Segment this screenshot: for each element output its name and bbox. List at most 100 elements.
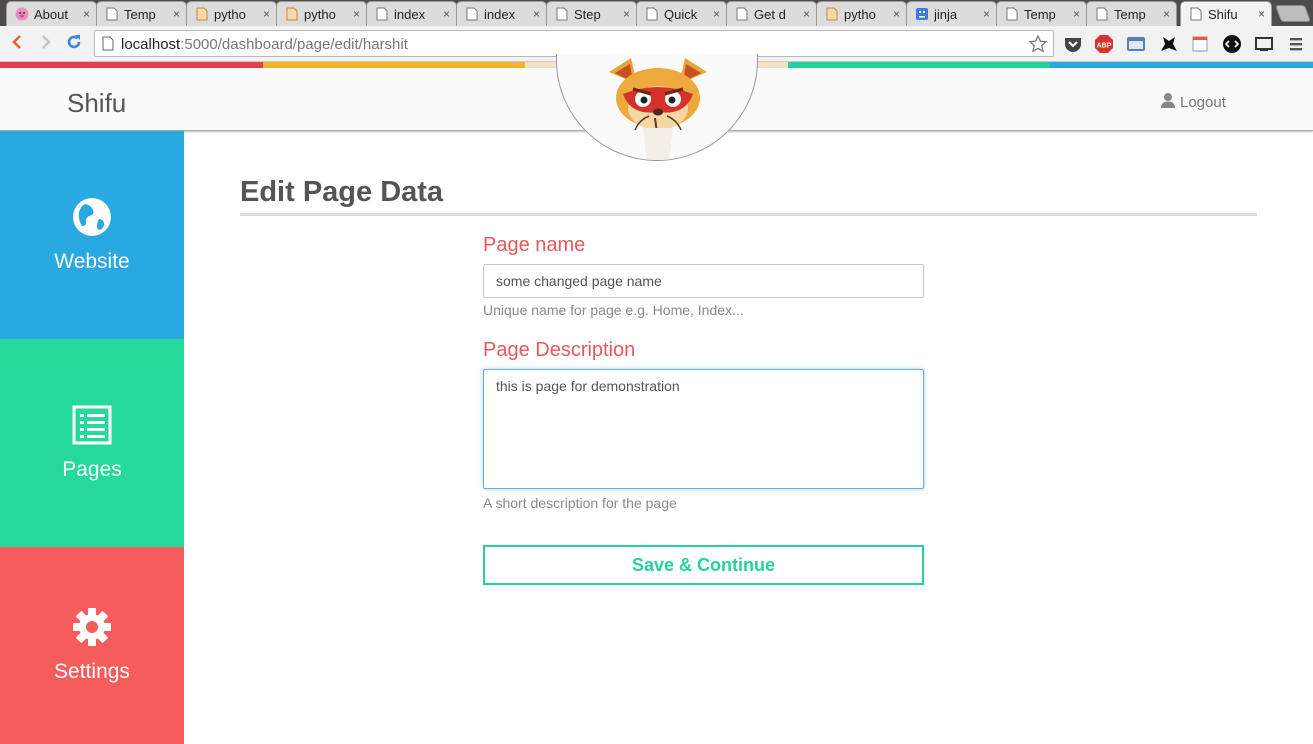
browser-tab[interactable]: About × <box>6 1 97 26</box>
browser-tab[interactable]: index × <box>456 1 547 26</box>
brand-name[interactable]: Shifu <box>67 88 126 119</box>
close-icon[interactable]: × <box>173 7 180 21</box>
menu-icon[interactable] <box>1285 33 1307 55</box>
close-icon[interactable]: × <box>443 7 450 21</box>
logout-label: Logout <box>1180 93 1226 111</box>
doc-icon <box>375 7 389 21</box>
code-extension-icon[interactable] <box>1221 33 1243 55</box>
page-description-help: A short description for the page <box>483 495 677 511</box>
browser-tab-strip: About × Temp × pytho × pytho × index × i… <box>0 0 1313 26</box>
adblock-icon[interactable]: ABP <box>1093 33 1115 55</box>
tab-title: index <box>484 6 516 22</box>
browser-tab[interactable]: Temp × <box>96 1 187 26</box>
page-description-textarea[interactable]: this is page for demonstration <box>483 369 924 489</box>
tab-title: jinja <box>934 6 958 22</box>
sidebar: Website Pages Settings <box>0 131 184 744</box>
browser-tab[interactable]: Quick × <box>636 1 727 26</box>
bookmark-star-icon[interactable] <box>1028 34 1048 59</box>
edit-page-form: Page name Unique name for page e.g. Home… <box>483 234 924 511</box>
close-icon[interactable]: × <box>983 7 990 21</box>
browser-tab[interactable]: jinja × <box>906 1 997 26</box>
back-button[interactable] <box>6 33 28 55</box>
tab-title: Step <box>574 6 601 22</box>
python-icon <box>195 7 209 21</box>
tab-title: Temp <box>1114 6 1146 22</box>
sidebar-item-website[interactable]: Website <box>0 131 184 339</box>
cast-extension-icon[interactable] <box>1253 33 1275 55</box>
close-icon[interactable]: × <box>533 7 540 21</box>
close-icon[interactable]: × <box>1163 7 1170 21</box>
user-icon <box>1160 92 1176 112</box>
pig-icon <box>15 7 29 21</box>
close-icon[interactable]: × <box>1073 7 1080 21</box>
tab-title: Temp <box>124 6 156 22</box>
new-tab-button[interactable] <box>1274 5 1312 22</box>
reload-button[interactable] <box>63 33 85 55</box>
ninja-extension-icon[interactable] <box>1158 33 1180 55</box>
page-description-label: Page Description <box>483 339 636 361</box>
svg-text:ABP: ABP <box>1097 43 1112 50</box>
page-name-help: Unique name for page e.g. Home, Index... <box>483 302 744 318</box>
browser-tab-active[interactable]: Shifu × <box>1180 1 1272 26</box>
tab-title: Shifu <box>1208 6 1238 22</box>
tab-title: pytho <box>844 6 876 22</box>
tab-title: Quick <box>664 6 698 22</box>
doc-icon <box>555 7 569 21</box>
doc-icon <box>645 7 659 21</box>
tab-title: Get d <box>754 6 786 22</box>
python-icon <box>285 7 299 21</box>
globe-icon <box>72 197 112 242</box>
sidebar-item-label: Website <box>54 249 130 273</box>
tab-title: About <box>34 6 68 22</box>
shifu-logo[interactable] <box>556 54 758 161</box>
sidebar-item-label: Settings <box>54 660 130 683</box>
close-icon[interactable]: × <box>1258 7 1265 21</box>
page-icon <box>102 36 114 56</box>
note-extension-icon[interactable] <box>1189 33 1211 55</box>
close-icon[interactable]: × <box>803 7 810 21</box>
browser-tab[interactable]: pytho × <box>186 1 277 26</box>
tab-title: pytho <box>304 6 336 22</box>
tab-title: index <box>394 6 426 22</box>
doc-icon <box>1005 7 1019 21</box>
close-icon[interactable]: × <box>263 7 270 21</box>
close-icon[interactable]: × <box>623 7 630 21</box>
close-icon[interactable]: × <box>713 7 720 21</box>
save-continue-button[interactable]: Save & Continue <box>483 545 924 585</box>
page: Shifu Logout Website Pages Settings Edit… <box>0 54 1313 744</box>
doc-icon <box>735 7 749 21</box>
browser-tab[interactable]: pytho × <box>816 1 907 26</box>
address-bar[interactable]: localhost:5000/dashboard/page/edit/harsh… <box>94 30 1054 57</box>
bot-icon <box>915 7 929 21</box>
close-icon[interactable]: × <box>83 7 90 21</box>
close-icon[interactable]: × <box>893 7 900 21</box>
page-title: Edit Page Data <box>240 176 444 208</box>
sidebar-item-pages[interactable]: Pages <box>0 339 184 547</box>
sidebar-item-settings[interactable]: Settings <box>0 547 184 744</box>
tab-title: Temp <box>1024 6 1056 22</box>
pocket-icon[interactable] <box>1062 33 1084 55</box>
browser-tab[interactable]: Get d × <box>726 1 817 26</box>
back-arrow-icon <box>11 34 23 55</box>
doc-icon <box>1189 7 1203 21</box>
browser-tab[interactable]: pytho × <box>276 1 367 26</box>
title-divider <box>240 213 1257 216</box>
page-name-input[interactable] <box>483 264 924 298</box>
sidebar-item-label: Pages <box>62 457 122 481</box>
browser-tab[interactable]: index × <box>366 1 457 26</box>
doc-icon <box>105 7 119 21</box>
list-icon <box>72 405 112 450</box>
forward-button[interactable] <box>35 33 57 55</box>
gear-icon <box>72 607 112 652</box>
reload-icon <box>65 33 83 56</box>
close-icon[interactable]: × <box>353 7 360 21</box>
url-text: localhost:5000/dashboard/page/edit/harsh… <box>121 36 408 53</box>
tab-title: pytho <box>214 6 246 22</box>
logout-link[interactable]: Logout <box>1160 92 1226 112</box>
window-extension-icon[interactable] <box>1125 33 1147 55</box>
python-icon <box>825 7 839 21</box>
browser-tab[interactable]: Temp × <box>996 1 1087 26</box>
page-name-label: Page name <box>483 234 586 256</box>
browser-tab[interactable]: Step × <box>546 1 637 26</box>
browser-tab[interactable]: Temp × <box>1086 1 1177 26</box>
